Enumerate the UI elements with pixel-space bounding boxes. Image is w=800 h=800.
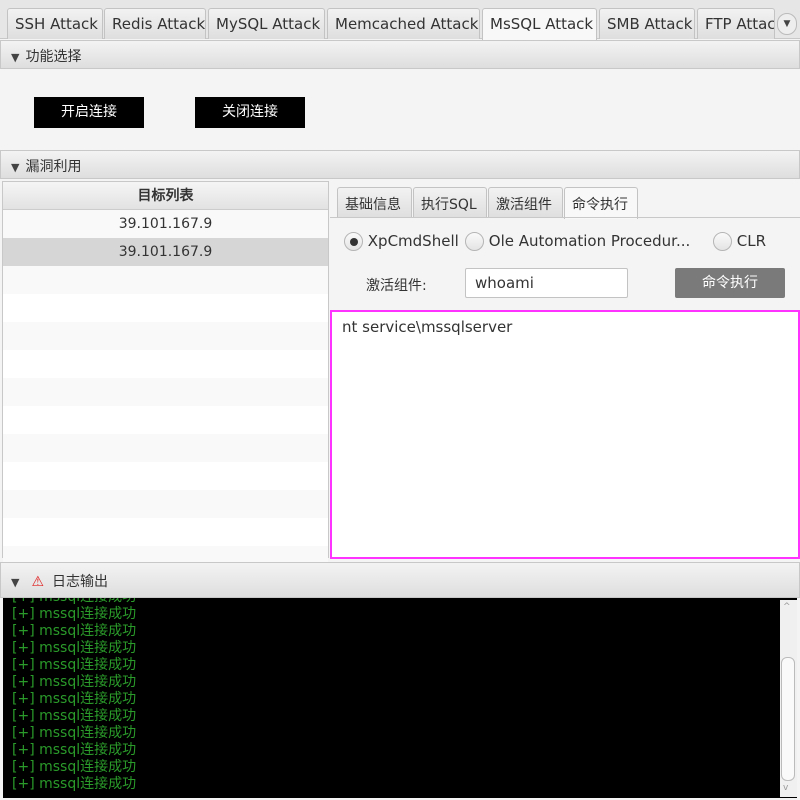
radio-ole-automation[interactable]: Ole Automation Procedur... xyxy=(465,232,690,251)
radio-circle-icon[interactable] xyxy=(713,232,732,251)
command-label: 激活组件: xyxy=(366,278,427,294)
table-row[interactable] xyxy=(3,490,328,518)
tab-ssh-attack[interactable]: SSH Attack xyxy=(7,8,103,39)
table-row[interactable] xyxy=(3,434,328,462)
section-title: 功能选择 xyxy=(25,49,82,65)
table-row[interactable] xyxy=(3,266,328,294)
target-table-header[interactable]: 目标列表 xyxy=(3,182,328,210)
tab-memcached-attack[interactable]: Memcached Attack xyxy=(327,8,480,39)
warning-icon: ⚠ xyxy=(31,574,45,590)
subtab-basic-info[interactable]: 基础信息 xyxy=(337,187,412,218)
subtab-command-exec[interactable]: 命令执行 xyxy=(564,187,638,219)
radio-clr[interactable]: CLR xyxy=(713,232,766,251)
collapse-arrow-icon: ▼ xyxy=(11,51,20,64)
table-row[interactable]: 39.101.167.9 xyxy=(3,238,328,266)
command-output[interactable]: nt service\mssqlserver xyxy=(330,310,800,559)
section-title: 日志输出 xyxy=(52,574,109,590)
scroll-down-icon[interactable]: v xyxy=(783,783,788,793)
target-table: 目标列表 39.101.167.9 39.101.167.9 xyxy=(2,181,329,574)
table-row[interactable] xyxy=(3,378,328,406)
subtab-activate-component[interactable]: 激活组件 xyxy=(488,187,563,218)
tab-redis-attack[interactable]: Redis Attack xyxy=(104,8,206,39)
log-line: [+] mssql连接成功 xyxy=(12,708,137,724)
table-row[interactable] xyxy=(3,462,328,490)
radio-label: CLR xyxy=(736,232,767,250)
log-line: [+] mssql连接成功 xyxy=(12,598,136,606)
log-output[interactable]: [+] mssql连接成功 [+] mssql连接成功 [+] mssql连接成功[… xyxy=(3,598,797,798)
radio-label: XpCmdShell xyxy=(367,232,459,250)
log-line: [+] mssql连接成功 xyxy=(12,623,137,639)
log-line: [+] mssql连接成功 xyxy=(12,725,137,741)
log-line: [+] mssql连接成功 xyxy=(12,776,137,792)
attack-tab-bar: SSH Attack Redis Attack MySQL Attack Mem… xyxy=(0,0,800,40)
radio-circle-icon[interactable] xyxy=(465,232,484,251)
section-log-header[interactable]: ▼ ⚠ 日志输出 xyxy=(0,562,800,598)
tab-overflow-chevron-icon[interactable]: ▼ xyxy=(777,13,797,35)
log-line: [+] mssql连接成功 xyxy=(12,742,137,758)
log-line: [+] mssql连接成功 xyxy=(12,674,137,690)
section-title: 漏洞利用 xyxy=(25,159,82,175)
execute-command-button[interactable]: 命令执行 xyxy=(675,268,785,298)
subtab-divider xyxy=(330,217,800,218)
section-exploit-header[interactable]: ▼ 漏洞利用 xyxy=(0,150,800,179)
log-line: [+] mssql连接成功 xyxy=(12,640,137,656)
table-row[interactable] xyxy=(3,406,328,434)
radio-circle-icon[interactable] xyxy=(344,232,363,251)
subtab-exec-sql[interactable]: 执行SQL xyxy=(413,187,487,218)
command-input[interactable]: whoami xyxy=(465,268,628,298)
close-connection-button[interactable]: 关闭连接 xyxy=(195,97,305,128)
scroll-up-icon[interactable]: ^ xyxy=(783,602,791,612)
log-line: [+] mssql连接成功 xyxy=(12,759,137,775)
collapse-arrow-icon: ▼ xyxy=(11,161,20,174)
radio-label: Ole Automation Procedur... xyxy=(488,232,691,250)
log-scrollbar[interactable]: ^ v xyxy=(780,600,797,797)
log-line: [+] mssql连接成功 xyxy=(12,691,137,707)
table-row[interactable] xyxy=(3,350,328,378)
table-row[interactable] xyxy=(3,294,328,322)
open-connection-button[interactable]: 开启连接 xyxy=(34,97,144,128)
tab-ftp-attack[interactable]: FTP Attac xyxy=(697,8,775,39)
log-line: [+] mssql连接成功 xyxy=(12,606,137,622)
table-row[interactable]: 39.101.167.9 xyxy=(3,210,328,238)
scrollbar-thumb[interactable] xyxy=(781,657,795,781)
tab-smb-attack[interactable]: SMB Attack xyxy=(599,8,695,39)
radio-xpcmdshell[interactable]: XpCmdShell xyxy=(344,232,459,251)
table-row[interactable] xyxy=(3,322,328,350)
section-feature-select-header[interactable]: ▼ 功能选择 xyxy=(0,40,800,69)
collapse-arrow-icon: ▼ xyxy=(11,576,20,589)
table-row[interactable] xyxy=(3,518,328,546)
tab-mysql-attack[interactable]: MySQL Attack xyxy=(208,8,325,39)
log-line: [+] mssql连接成功 xyxy=(12,657,137,673)
tab-mssql-attack[interactable]: MsSQL Attack xyxy=(482,8,597,40)
